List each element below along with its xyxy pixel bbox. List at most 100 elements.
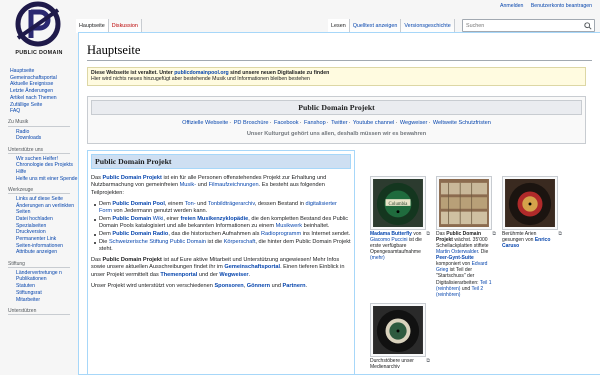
link-madama-butterfly[interactable]: Madama Butterfly [370, 231, 412, 237]
link-peer-gynt[interactable]: Peer-Gynt-Suite [436, 255, 474, 261]
link-puccini[interactable]: Giacomo Puccini [370, 237, 408, 243]
sidebar-stiftung: Stiftung Ländervertretunge n Publikation… [0, 261, 78, 303]
hero-box: Public Domain Projekt Offizielle Webseit… [87, 95, 586, 144]
sidebar-item-artikel-nach-themen[interactable]: Artikel nach Themen [10, 95, 78, 101]
sidebar-item-downloads[interactable]: Downloads [10, 135, 78, 141]
sidebar-item-faq[interactable]: FAQ [10, 108, 78, 114]
link-stiftung[interactable]: Schweizerische Stiftung Public Domain [109, 239, 206, 245]
sidebar-item-seiteninformationen[interactable]: Seiten-informationen [10, 243, 78, 249]
site-logo[interactable]: PUBLIC DOMAIN [0, 0, 78, 62]
record-image-archive[interactable] [370, 302, 426, 357]
publicdomainpool-link[interactable]: publicdomainpool.org [174, 70, 228, 76]
tab-lesen[interactable]: Lesen [328, 19, 350, 33]
sidebar-item-spezialseiten[interactable]: Spezialseiten [10, 223, 78, 229]
sidebar-item-mitarbeiter[interactable]: Mitarbeiter [10, 297, 78, 303]
sidebar-item-laendervertretungen[interactable]: Ländervertretunge n [10, 270, 78, 276]
sidebar-item-letzte-aenderungen[interactable]: Letzte Änderungen [10, 88, 78, 94]
sidebar-item-radio[interactable]: Radio [10, 129, 78, 135]
link-public-domain-pool[interactable]: Public Domain Pool [112, 201, 165, 207]
sidebar-item-statuten[interactable]: Statuten [10, 283, 78, 289]
record-image-columbia[interactable]: Columbia [370, 175, 426, 230]
link-martin-osterwalder[interactable]: Martin Osterwalder [436, 249, 478, 255]
enlarge-icon[interactable]: ⧉ [426, 231, 430, 237]
link-filmaufzeichnungen[interactable]: Filmaufzeichnungen [209, 182, 259, 188]
sidebar-item-druckversion[interactable]: Druckversion [10, 229, 78, 235]
sidebar-item-attribute[interactable]: Attribute anzeigen [10, 249, 78, 255]
link-radioprogramm[interactable]: Radioprogramm [261, 231, 301, 237]
notice-text: sind unsere neuen Digitalisate zu finden [228, 70, 330, 76]
tab-diskussion[interactable]: Diskussion [108, 19, 142, 33]
page-title: Hauptseite [87, 43, 592, 61]
sidebar-item-helfer[interactable]: Wir suchen Helfer! [10, 156, 78, 162]
link-musik[interactable]: Musik- [180, 182, 196, 188]
link-koerperschaft[interactable]: Körperschaft [224, 239, 256, 245]
link-wegweiser-main[interactable]: Wegweiser [219, 272, 248, 278]
sidebar-item-permanenter-link[interactable]: Permanenter Link [10, 236, 78, 242]
link-tonbildtraegerarchiv[interactable]: Tonbildträgerarchiv [208, 201, 255, 207]
search-icon[interactable] [584, 22, 592, 30]
link-goenner[interactable]: Gönnern [247, 283, 270, 289]
link-public-domain-projekt[interactable]: Public Domain Projekt [103, 175, 162, 181]
link-partner[interactable]: Partnern [283, 283, 306, 289]
link-fanshop[interactable]: Fanshop [304, 120, 326, 126]
public-domain-logo-icon [15, 1, 61, 47]
sidebar-item-aenderungen-verlinkt[interactable]: Änderungen an verlinkten Seiten [10, 203, 78, 215]
gallery: Columbia ⧉ Madama Butterfly von Giacomo … [355, 150, 586, 374]
link-wegweiser[interactable]: Wegweiser [400, 120, 428, 126]
record-shelf-image[interactable] [436, 175, 492, 230]
link-gemeinschaftsportal[interactable]: Gemeinschaftsportal [224, 264, 280, 270]
bold-text: Public Domain Projekt [102, 256, 162, 263]
link-youtube[interactable]: Youtube channel [353, 120, 394, 126]
sidebar-item-hilfe[interactable]: Hilfe [10, 169, 78, 175]
sidebar-heading-stiftung: Stiftung [8, 261, 70, 268]
link-pd-broschuere[interactable]: PD Broschüre [234, 120, 269, 126]
text: und [460, 285, 472, 292]
sponsor-paragraph: Unser Projekt wird unterstützt von versc… [91, 283, 351, 291]
request-account-link[interactable]: Benutzerkonto beantragen [531, 3, 592, 9]
link-mehr[interactable]: (mehr) [370, 255, 385, 261]
link-public-domain-radio[interactable]: Public Domain Radio [112, 231, 168, 237]
tab-versionsgeschichte[interactable]: Versionsgeschichte [401, 19, 455, 33]
sidebar-item-gemeinschaftsportal[interactable]: Gemeinschaftsportal [10, 75, 78, 81]
link-musikenzyklopaedie[interactable]: freien Musikenzyklopädie [180, 216, 248, 222]
subproject-list: Dem Public Domain Pool, einem Ton- und T… [91, 201, 351, 254]
login-link[interactable]: Anmelden [500, 3, 523, 9]
intro-paragraph: Das Public Domain Projekt ist ein für al… [91, 175, 351, 198]
sidebar-item-links-auf-seite[interactable]: Links auf diese Seite [10, 196, 78, 202]
sidebar-item-zufaellige-seite[interactable]: Zufällige Seite [10, 102, 78, 108]
link-wiki[interactable]: Wiki [153, 216, 164, 222]
sidebar-item-datei-hochladen[interactable]: Datei hochladen [10, 216, 78, 222]
text: Das [436, 230, 447, 237]
text: . Die [477, 249, 489, 256]
gallery-caption: ⧉ Berühmte Arien gesungen von Enrico Car… [502, 231, 562, 249]
link-ton[interactable]: Ton- [185, 201, 196, 207]
link-twitter[interactable]: Twitter [331, 120, 347, 126]
text: , einer [163, 215, 181, 222]
search-input[interactable] [463, 20, 581, 31]
enlarge-icon[interactable]: ⧉ [426, 358, 430, 364]
link-musikwerk[interactable]: Musikwerk [276, 223, 302, 229]
link-facebook[interactable]: Facebook [274, 120, 299, 126]
link-public-domain[interactable]: Public Domain [112, 216, 151, 222]
gallery-caption: ⧉ Madama Butterfly von Giacomo Puccini i… [370, 231, 430, 261]
sidebar-item-aktuelle-ereignisse[interactable]: Aktuelle Ereignisse [10, 81, 78, 87]
sidebar-item-chronologie[interactable]: Chronologie des Projekts [10, 162, 78, 168]
sidebar-item-stiftungsrat[interactable]: Stiftungsrat [10, 290, 78, 296]
link-offizielle-webseite[interactable]: Offizielle Webseite [182, 120, 228, 126]
text: ist die [205, 238, 224, 245]
separator: · [299, 119, 302, 126]
tab-hauptseite[interactable]: Hauptseite [76, 19, 109, 33]
link-schutzfristen[interactable]: Weltweite Schutzfristen [433, 120, 491, 126]
sidebar-werkzeuge: Werkzeuge Links auf diese Seite Änderung… [0, 187, 78, 256]
link-sponsoren[interactable]: Sponsoren [214, 283, 243, 289]
text: , das die historischen Aufnahmen als [168, 230, 261, 237]
sidebar-item-hauptseite[interactable]: Hauptseite [10, 68, 78, 74]
tab-quelltext[interactable]: Quelltext anzeigen [349, 19, 402, 33]
sidebar-item-publikationen[interactable]: Publikationen [10, 276, 78, 282]
link-themenportal[interactable]: Themenportal [160, 272, 197, 278]
enlarge-icon[interactable]: ⧉ [492, 231, 496, 237]
sidebar-item-spende[interactable]: Helfe uns mit einer Spende [10, 176, 78, 182]
enlarge-icon[interactable]: ⧉ [558, 231, 562, 237]
gallery-item: ⧉ Das Public Domain Projekt wächst. 35'0… [436, 175, 496, 298]
record-image-caruso[interactable] [502, 175, 558, 230]
